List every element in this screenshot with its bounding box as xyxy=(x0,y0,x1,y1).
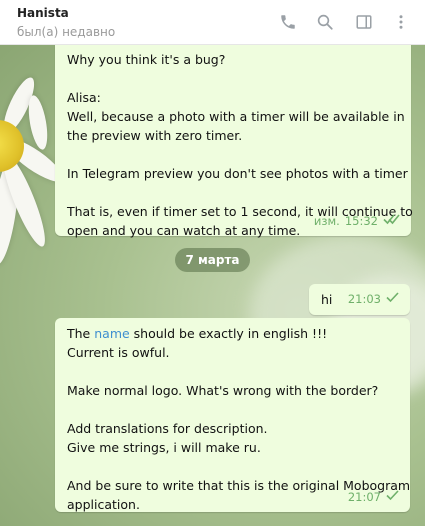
message-link[interactable]: name xyxy=(94,326,129,341)
more-vert-icon[interactable] xyxy=(390,11,412,33)
message-bubble-outgoing[interactable]: Why you think it's a bug? Alisa: Well, b… xyxy=(55,44,413,238)
message-time: 21:03 xyxy=(347,292,381,306)
message-meta: 21:07 xyxy=(348,488,400,507)
message-line: Make normal logo. What's wrong with the … xyxy=(67,383,379,398)
message-line: Current is owful. xyxy=(67,345,170,360)
double-check-icon xyxy=(383,212,401,231)
message-line: the preview with zero timer. xyxy=(67,128,243,143)
search-icon[interactable] xyxy=(314,11,336,33)
message-line: Add translations for description. xyxy=(67,421,268,436)
daisy-petal xyxy=(25,94,51,151)
chat-status: был(а) недавно xyxy=(17,25,116,39)
message-bubble-outgoing[interactable]: hi 21:03 xyxy=(309,284,410,315)
phone-icon[interactable] xyxy=(277,11,299,33)
message-line: Give me strings, i will make ru. xyxy=(67,440,261,455)
message-line: Alisa: xyxy=(67,90,101,105)
message-line: Why you think it's a bug? xyxy=(67,52,226,67)
message-line: The name should be exactly in english !!… xyxy=(67,324,398,343)
message-line: Well, because a photo with a timer will … xyxy=(67,109,405,124)
message-time: 15:32 xyxy=(344,214,378,228)
edited-label: изм. xyxy=(313,214,340,228)
chat-header: Hanista был(а) недавно xyxy=(0,0,425,45)
message-text-part: The xyxy=(67,326,95,341)
message-meta: изм. 15:32 xyxy=(314,212,401,231)
chat-title[interactable]: Hanista xyxy=(17,6,69,20)
message-meta: 21:03 xyxy=(348,290,400,309)
check-icon xyxy=(386,488,400,507)
sidebar-toggle-icon[interactable] xyxy=(353,11,375,33)
message-bubble-outgoing[interactable]: The name should be exactly in english !!… xyxy=(55,318,410,512)
check-icon xyxy=(386,290,400,309)
message-text-part: should be exactly in english !!! xyxy=(129,326,328,341)
daisy-center xyxy=(0,120,24,172)
message-line: In Telegram preview you don't see photos… xyxy=(67,166,408,181)
message-time: 21:07 xyxy=(347,490,381,504)
date-separator: 7 марта xyxy=(175,248,250,272)
